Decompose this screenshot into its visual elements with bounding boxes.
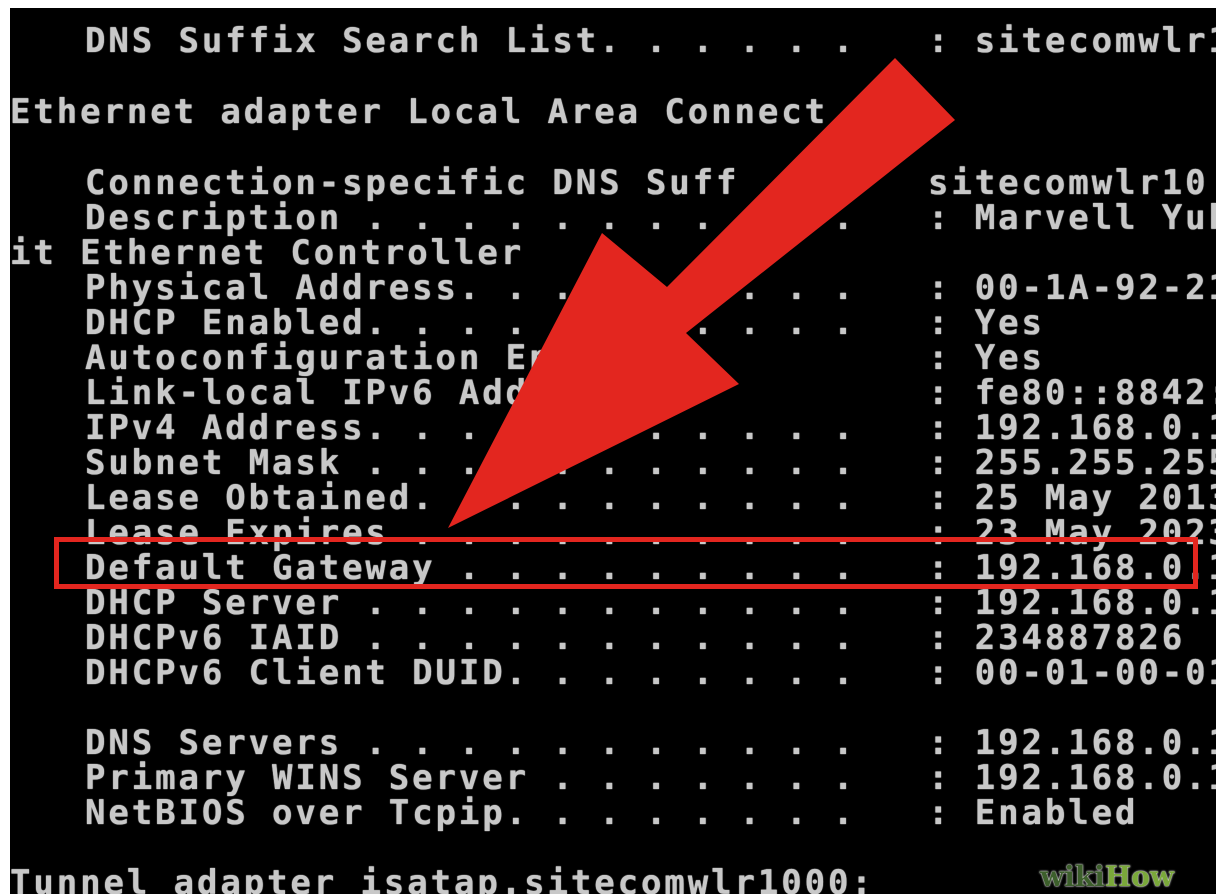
red-arrow-icon	[448, 58, 955, 528]
watermark-wiki-text: wiki	[1040, 860, 1105, 893]
wikihow-watermark-logo: wikiHow	[1040, 860, 1174, 893]
screenshot-viewport: DNS Suffix Search List. . . . . .: sitec…	[0, 0, 1216, 894]
watermark-how-text: How	[1104, 860, 1175, 893]
arrow-shape	[448, 58, 955, 528]
